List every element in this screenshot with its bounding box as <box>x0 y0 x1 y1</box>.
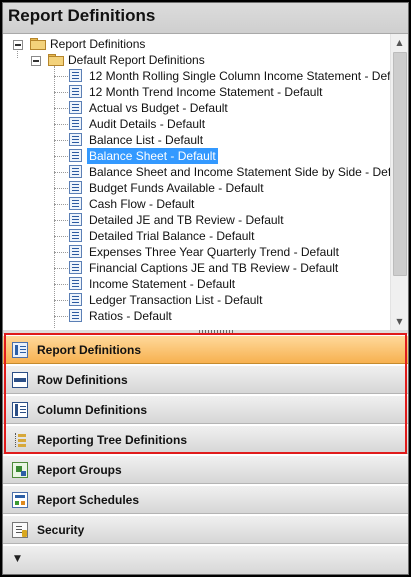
chevron-down-icon[interactable]: ▼ <box>14 554 21 564</box>
column-definitions-icon <box>12 402 28 418</box>
tree-item[interactable]: Income Statement - Default <box>54 276 389 292</box>
report-definition-icon <box>69 277 82 290</box>
tree-item[interactable]: Budget Funds Available - Default <box>54 180 389 196</box>
collapse-icon[interactable] <box>13 40 23 50</box>
nav-item-label: Column Definitions <box>37 403 147 417</box>
nav-item-report-groups[interactable]: Report Groups <box>3 455 408 484</box>
report-definition-icon <box>69 181 82 194</box>
report-definition-icon <box>69 261 82 274</box>
panel-title: Report Definitions <box>8 6 156 25</box>
tree-item[interactable]: Detailed Trial Balance - Default <box>54 228 389 244</box>
tree-item-label: 12 Month Rolling Single Column Income St… <box>89 69 408 83</box>
tree-item[interactable]: Ledger Transaction List - Default <box>54 292 389 308</box>
tree-item[interactable]: Audit Details - Default <box>54 116 389 132</box>
tree-item[interactable]: 12 Month Trend Income Statement - Defaul… <box>54 84 389 100</box>
tree-item-label: Cash Flow - Default <box>89 197 195 211</box>
nav-item-security[interactable]: Security <box>3 515 408 544</box>
report-definitions-panel: Report Definitions Report Definitions De… <box>2 2 409 575</box>
report-definition-icon <box>69 117 82 130</box>
panel-splitter[interactable] <box>3 330 408 334</box>
tree-item-label: Financial Captions JE and TB Review - De… <box>89 261 339 275</box>
nav-item-label: Security <box>37 523 85 537</box>
tree-item-label: Income Statement - Default <box>89 277 236 291</box>
tree-item-label: Actual vs Budget - Default <box>89 101 228 115</box>
tree-item-label: Balance List - Default <box>89 133 204 147</box>
navigation-overflow-bar[interactable]: ▼ <box>3 545 408 574</box>
folder-icon <box>48 54 64 66</box>
scroll-down-icon[interactable]: ▼ <box>391 313 408 330</box>
tree-item[interactable]: 12 Month Rolling Single Column Income St… <box>54 68 408 84</box>
report-definition-icon <box>69 69 82 82</box>
tree-root-label: Report Definitions <box>50 37 146 51</box>
nav-item-label: Report Schedules <box>37 493 140 507</box>
tree-root-node[interactable]: Report Definitions <box>13 36 393 52</box>
tree-item-label: Balance Sheet - Default <box>87 148 218 164</box>
tree-item-label: Detailed JE and TB Review - Default <box>89 213 284 227</box>
tree-item[interactable]: Cash Flow - Default <box>54 196 389 212</box>
tree-item[interactable]: Balance Sheet - Default <box>54 148 389 164</box>
report-definition-icon <box>69 133 82 146</box>
report-definition-icon <box>69 149 82 162</box>
report-schedules-icon <box>12 492 28 508</box>
tree-item[interactable]: Actual vs Budget - Default <box>54 100 389 116</box>
nav-item-label: Report Groups <box>37 463 122 477</box>
nav-item-report-schedules[interactable]: Report Schedules <box>3 485 408 514</box>
tree-item[interactable]: Detailed JE and TB Review - Default <box>54 212 389 228</box>
nav-item-report-definitions[interactable]: Report Definitions <box>3 335 408 364</box>
nav-item-row-definitions[interactable]: Row Definitions <box>3 365 408 394</box>
nav-item-reporting-tree[interactable]: Reporting Tree Definitions <box>3 425 408 454</box>
scroll-up-icon[interactable]: ▲ <box>391 34 408 51</box>
reporting-tree-icon <box>12 432 28 448</box>
tree-item[interactable]: Ratios - Default <box>54 308 389 324</box>
tree-item-label: Balance Sheet and Income Statement Side … <box>89 165 408 179</box>
scroll-thumb[interactable] <box>393 52 407 276</box>
tree-scrollbar[interactable]: ▲ ▼ <box>390 34 408 330</box>
folder-icon <box>30 38 46 50</box>
tree-folder-node[interactable]: Default Report Definitions <box>31 52 393 68</box>
report-definition-icon <box>69 165 82 178</box>
report-definition-icon <box>69 229 82 242</box>
tree-item-label: Audit Details - Default <box>89 117 206 131</box>
report-tree[interactable]: Report Definitions Default Report Defini… <box>3 34 408 330</box>
report-definition-icon <box>69 245 82 258</box>
tree-item-label: Budget Funds Available - Default <box>89 181 264 195</box>
report-groups-icon <box>12 462 28 478</box>
tree-item-label: 12 Month Trend Income Statement - Defaul… <box>89 85 323 99</box>
tree-item-label: Ledger Transaction List - Default <box>89 293 263 307</box>
tree-item[interactable]: Balance List - Default <box>54 132 389 148</box>
nav-item-label: Reporting Tree Definitions <box>37 433 188 447</box>
tree-item[interactable]: Expenses Three Year Quarterly Trend - De… <box>54 244 389 260</box>
tree-folder-label: Default Report Definitions <box>68 53 205 67</box>
tree-item-label: Ratios - Default <box>89 309 172 323</box>
splitter-grip-icon[interactable] <box>199 330 235 333</box>
report-definition-icon <box>69 197 82 210</box>
nav-item-label: Row Definitions <box>37 373 128 387</box>
report-definition-icon <box>69 85 82 98</box>
row-definitions-icon <box>12 372 28 388</box>
collapse-icon[interactable] <box>31 56 41 66</box>
nav-item-label: Report Definitions <box>37 343 141 357</box>
tree-item[interactable]: Balance Sheet and Income Statement Side … <box>54 164 408 180</box>
report-definition-icon <box>69 293 82 306</box>
panel-titlebar: Report Definitions <box>3 3 408 34</box>
tree-item[interactable]: Financial Captions JE and TB Review - De… <box>54 260 389 276</box>
report-definition-icon <box>69 213 82 226</box>
report-definition-icon <box>69 309 82 322</box>
security-icon <box>12 522 28 538</box>
tree-item-label: Expenses Three Year Quarterly Trend - De… <box>89 245 339 259</box>
nav-item-column-definitions[interactable]: Column Definitions <box>3 395 408 424</box>
report-definitions-icon <box>12 342 28 358</box>
report-definition-icon <box>69 101 82 114</box>
tree-item-label: Detailed Trial Balance - Default <box>89 229 255 243</box>
